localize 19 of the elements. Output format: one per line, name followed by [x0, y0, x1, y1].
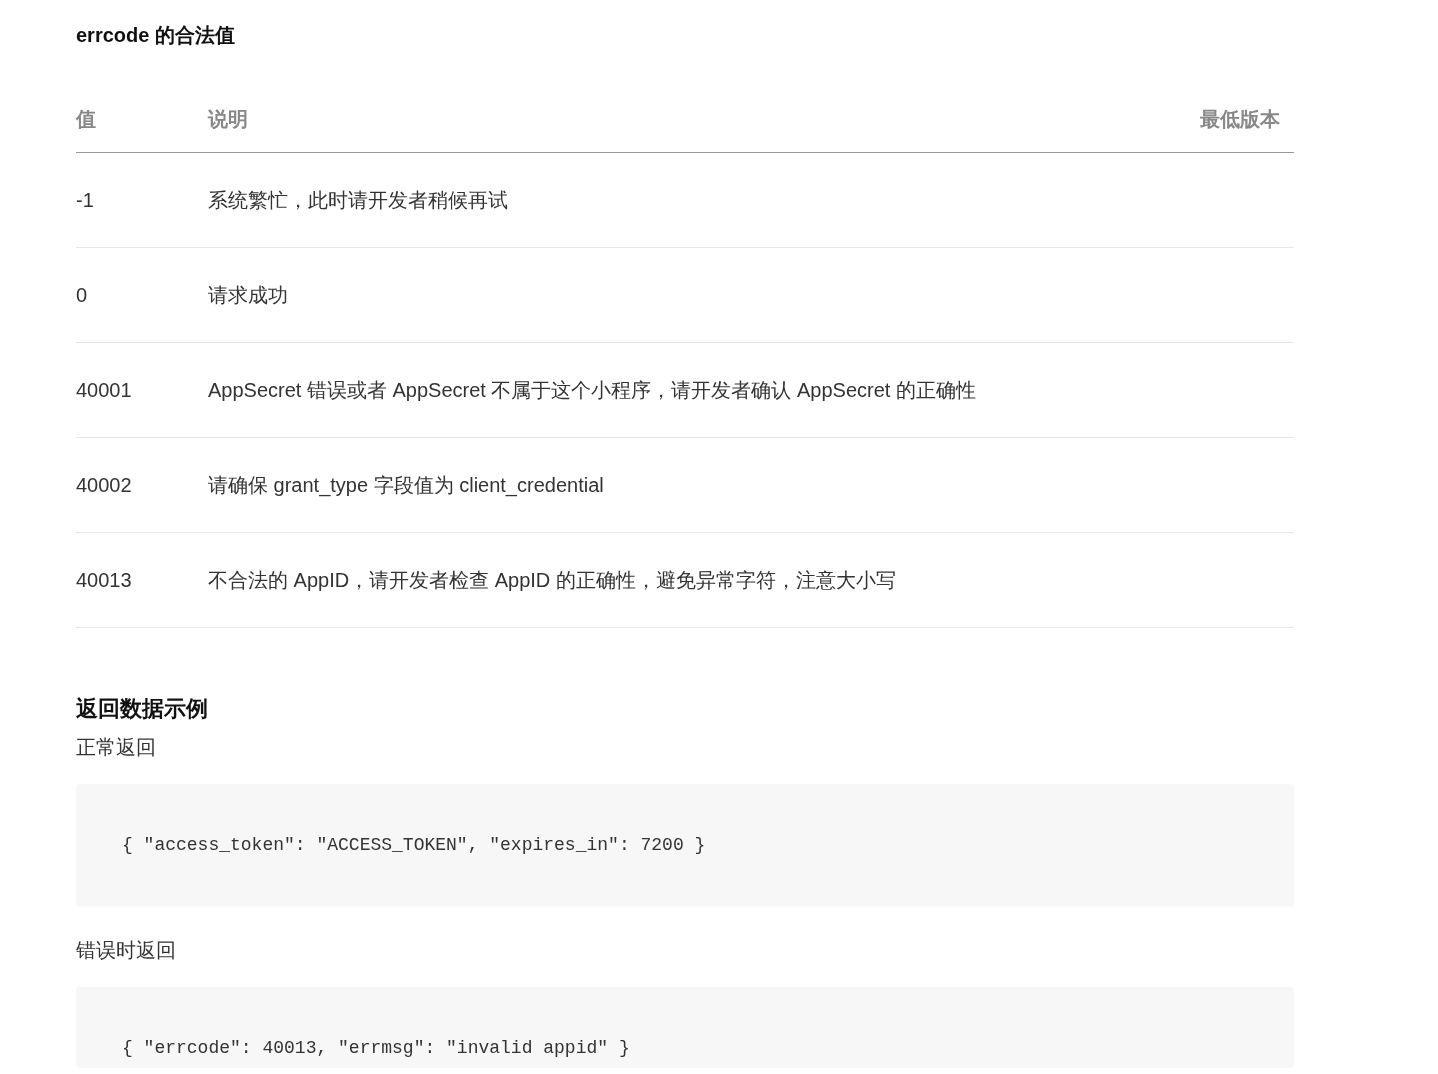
column-header: 值 — [76, 107, 96, 130]
column-header: 最低版本 — [1200, 107, 1280, 130]
table-cell: 不合法的 AppID，请开发者检查 AppID 的正确性，避免异常字符，注意大小写 — [208, 568, 896, 591]
example-label: 正常返回 — [76, 734, 157, 760]
section-title: errcode 的合法值 — [76, 23, 236, 48]
code-block: { "access_token": "ACCESS_TOKEN", "expires_in": 7200 } — [76, 783, 1294, 907]
table-cell: 40001 — [76, 378, 132, 401]
table-cell: 请求成功 — [208, 283, 288, 306]
table-cell: 系统繁忙，此时请开发者稍候再试 — [208, 188, 508, 211]
code-block: { "errcode": 40013, "errmsg": "invalid appid" } — [76, 986, 1294, 1068]
column-header: 说明 — [208, 107, 248, 130]
table-cell: 请确保 grant_type 字段值为 client_credential — [208, 473, 604, 496]
table-cell: 40002 — [76, 473, 132, 496]
table-cell: AppSecret 错误或者 AppSecret 不属于这个小程序，请开发者确认 AppSecret 的正确性 — [208, 378, 976, 401]
example-label: 错误时返回 — [76, 937, 177, 963]
table-cell: -1 — [76, 188, 94, 211]
section-title: 返回数据示例 — [76, 695, 209, 722]
table-cell: 0 — [76, 283, 88, 306]
table-cell: 40013 — [76, 568, 132, 591]
